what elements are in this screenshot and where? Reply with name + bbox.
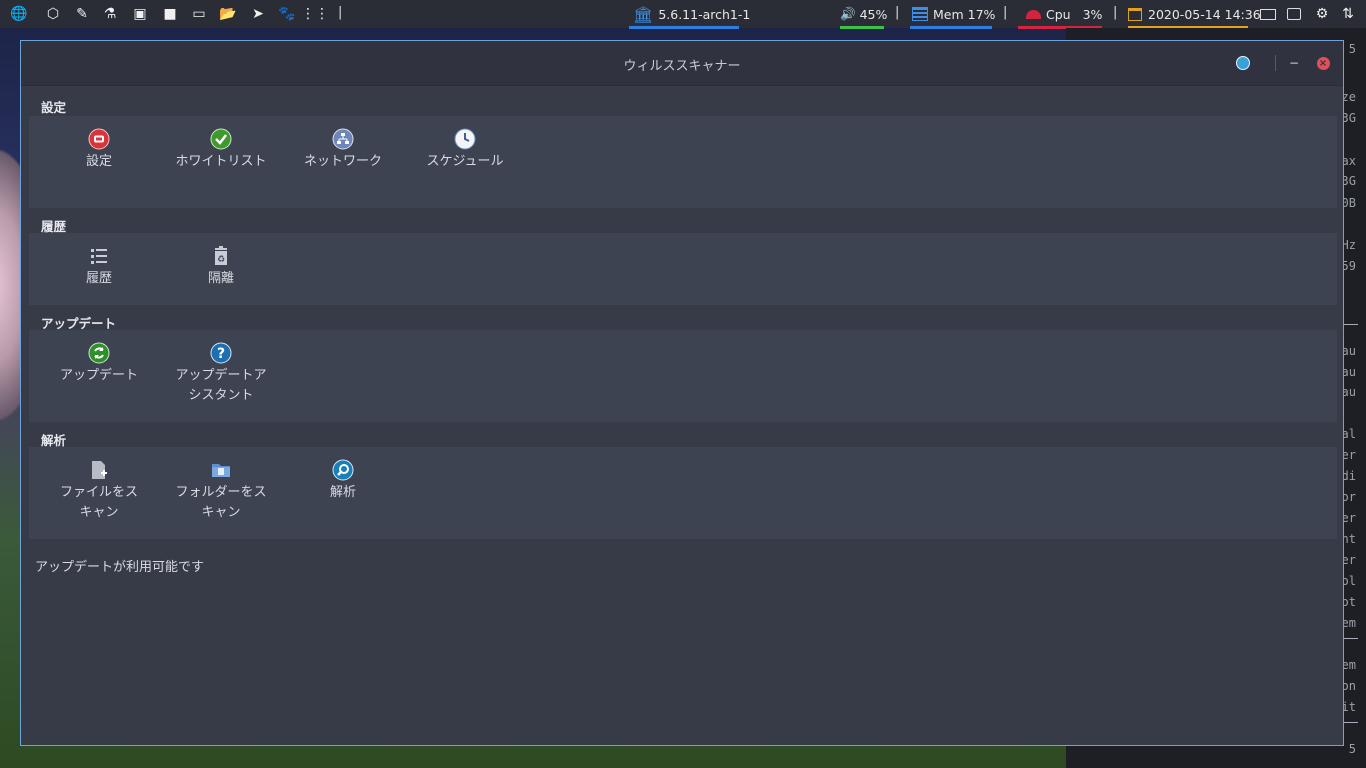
tile-settings-red[interactable]: 設定 <box>39 128 159 172</box>
paw-icon[interactable]: 🐾 <box>277 4 297 24</box>
tile-label: フォルダーをス キャン <box>175 485 267 520</box>
tile-help-question[interactable]: ? アップデートア シスタント <box>161 342 281 406</box>
section-panel: ファイルをス キャン フォルダーをス キャン 解析 <box>29 447 1337 539</box>
tile-label: アップデート <box>59 368 138 383</box>
network-arrows-icon[interactable]: ⇅ <box>1338 4 1358 24</box>
folder-doc-icon <box>210 459 232 481</box>
settings-red-icon <box>88 128 110 150</box>
section-title: 設定 <box>41 100 67 115</box>
terminal-divider <box>1344 722 1358 723</box>
image-icon[interactable]: ▣ <box>130 4 150 24</box>
keyboard-icon[interactable] <box>1258 4 1278 24</box>
gear-icon[interactable]: ⚙ <box>1312 4 1332 24</box>
bank-icon: 🏛 <box>633 4 654 24</box>
tile-label: ホワイトリスト <box>175 154 267 169</box>
virus-scanner-window: ウィルススキャナー − × 設定 設定 ホワイトリスト ネットワーク スケジュール 履歴履… <box>20 40 1344 746</box>
tile-label: 解析 <box>329 485 356 500</box>
svg-text:♻: ♻ <box>217 255 225 265</box>
clock-indicator[interactable]: 2020-05-14 14:36 <box>1128 0 1261 29</box>
section-panel: アップデート? アップデートア シスタント <box>29 330 1337 422</box>
gauge-icon <box>1026 9 1041 19</box>
tile-network[interactable]: ネットワーク <box>283 128 403 172</box>
volume-value: 45% <box>859 6 888 22</box>
file-add-icon <box>88 459 110 481</box>
network-icon <box>332 128 354 150</box>
launcher-separator: | <box>338 5 343 20</box>
memory-indicator[interactable]: Mem 17% <box>910 0 996 29</box>
eyedropper-icon[interactable]: ✎ <box>72 4 92 24</box>
kernel-indicator[interactable]: 🏛 5.6.11-arch1-1 <box>629 0 751 29</box>
tile-label: アップデートア シスタント <box>175 368 267 403</box>
tile-trash-recycle[interactable]: ♻ 隔離 <box>161 245 281 289</box>
whitelist-check-icon <box>210 128 232 150</box>
volume-underline <box>840 26 884 29</box>
titlebar-divider <box>1275 55 1276 71</box>
codepen-icon[interactable]: ⬡ <box>43 4 63 24</box>
folder-icon[interactable]: 📂 <box>218 4 238 24</box>
tile-clock[interactable]: スケジュール <box>405 128 525 172</box>
tile-label: 設定 <box>85 154 112 169</box>
video-icon[interactable]: ■ <box>160 4 180 24</box>
magnifier-icon <box>332 459 354 481</box>
tile-label: 履歴 <box>85 271 112 286</box>
cpu-value: 3% <box>1082 6 1103 22</box>
memory-underline <box>910 26 992 29</box>
memory-value: Mem 17% <box>933 6 996 22</box>
section-panel: 履歴 ♻ 隔離 <box>29 233 1337 305</box>
section-panel: 設定 ホワイトリスト ネットワーク スケジュール <box>29 116 1337 208</box>
flask-icon[interactable]: ⚗ <box>100 4 120 24</box>
cpu-label: Cpu <box>1046 6 1071 22</box>
window-title: ウィルススキャナー <box>623 59 741 74</box>
status-text: アップデートが利用可能です <box>35 560 205 575</box>
memory-icon <box>912 7 928 21</box>
terminal-line: 5 <box>1348 742 1356 756</box>
top-panel: 🌐 ⬡ ✎ ⚗ ▣ ■ ▭ 📂 ➤ 🐾 ⋮⋮ | 🏛 5.6.11-arch1-1 🔊 45% | … <box>0 0 1366 29</box>
trash-recycle-icon: ♻ <box>210 245 232 267</box>
telegram-icon[interactable]: ➤ <box>248 4 268 24</box>
terminal-line: 5 <box>1348 42 1356 56</box>
close-icon: × <box>1316 56 1330 70</box>
tile-update-refresh[interactable]: アップデート <box>39 342 159 386</box>
separator: | <box>895 5 900 20</box>
volume-indicator[interactable]: 🔊 45% <box>840 0 888 29</box>
tile-magnifier[interactable]: 解析 <box>283 459 403 503</box>
terminal-divider <box>1344 638 1358 639</box>
svg-text:?: ? <box>217 346 225 362</box>
screenshot-icon[interactable] <box>1284 4 1304 24</box>
kernel-underline <box>629 26 739 29</box>
kernel-version: 5.6.11-arch1-1 <box>658 6 751 22</box>
pin-icon[interactable] <box>1235 55 1251 71</box>
globe-icon[interactable]: 🌐 <box>9 4 29 24</box>
clock-icon <box>454 128 476 150</box>
tile-file-add[interactable]: ファイルをス キャン <box>39 459 159 523</box>
tile-label: ネットワーク <box>303 154 382 169</box>
separator: | <box>1113 5 1118 20</box>
tile-whitelist-check[interactable]: ホワイトリスト <box>161 128 281 172</box>
terminal-divider <box>1344 324 1358 325</box>
update-refresh-icon <box>88 342 110 364</box>
close-button[interactable]: × <box>1315 55 1331 71</box>
help-question-icon: ? <box>210 342 232 364</box>
window-titlebar[interactable]: ウィルススキャナー − × <box>21 41 1343 86</box>
tile-label: スケジュール <box>426 154 504 169</box>
tile-list[interactable]: 履歴 <box>39 245 159 289</box>
calendar-icon <box>1128 7 1142 21</box>
separator: | <box>1003 5 1008 20</box>
laptop-icon[interactable]: ▭ <box>189 4 209 24</box>
volume-icon: 🔊 <box>840 6 856 21</box>
cpu-indicator[interactable]: Cpu 3% <box>1018 0 1103 29</box>
apps-grid-icon[interactable]: ⋮⋮ <box>301 4 329 24</box>
tile-label: 隔離 <box>207 271 234 286</box>
list-icon <box>88 245 110 267</box>
tile-folder-doc[interactable]: フォルダーをス キャン <box>161 459 281 523</box>
datetime: 2020-05-14 14:36 <box>1148 6 1261 22</box>
minimize-button[interactable]: − <box>1286 55 1302 71</box>
tile-label: ファイルをス キャン <box>59 485 138 520</box>
